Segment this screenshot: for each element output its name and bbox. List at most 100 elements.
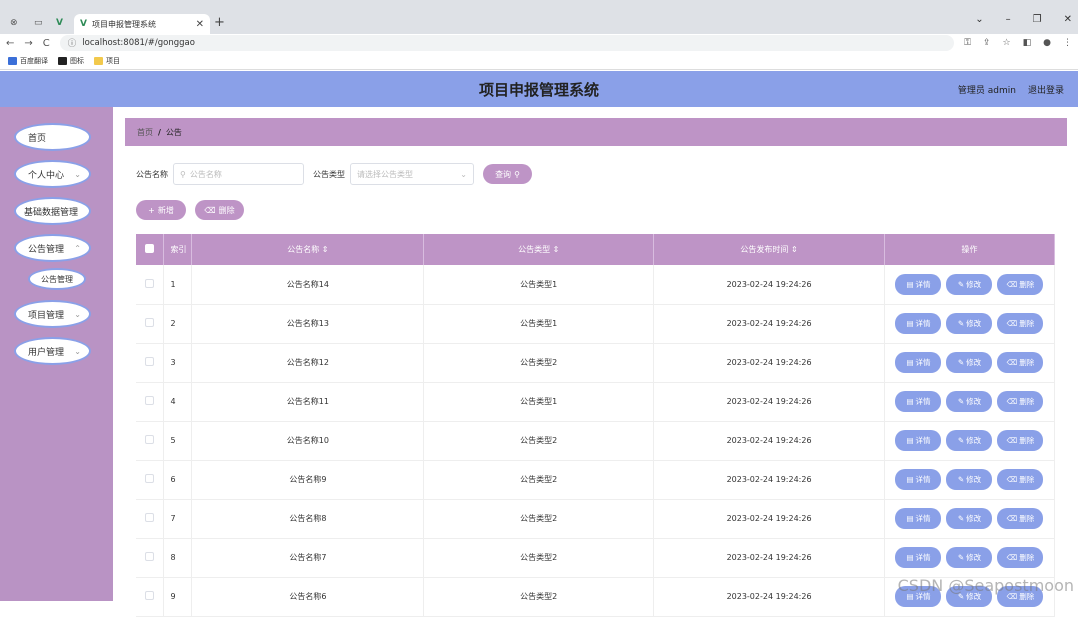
sidepanel-icon[interactable]: ◧ (1023, 38, 1032, 48)
profile-icon[interactable]: ● (1043, 38, 1051, 48)
delete-button[interactable]: ⌫删除 (997, 547, 1043, 568)
row-checkbox[interactable] (145, 396, 154, 405)
row-checkbox[interactable] (145, 552, 154, 561)
edit-button[interactable]: ✎修改 (946, 469, 992, 490)
back-icon[interactable]: ← (6, 38, 14, 49)
bookmark-icons[interactable]: 图标 (58, 56, 84, 66)
trash-icon: ⌫ (1007, 319, 1018, 328)
notice-type-select[interactable]: 请选择公告类型 ⌄ (350, 163, 474, 185)
vue-favicon-icon: V (80, 19, 87, 29)
add-button[interactable]: + 新增 (136, 200, 186, 220)
sidebar-subitem-notice[interactable]: 公告管理 (28, 268, 86, 290)
folder-icon (94, 57, 103, 65)
sidebar-item-basic-data[interactable]: 基础数据管理 (14, 197, 91, 225)
detail-button[interactable]: ▤详情 (895, 547, 941, 568)
row-checkbox[interactable] (145, 474, 154, 483)
delete-button[interactable]: ⌫删除 (997, 352, 1043, 373)
new-tab-icon[interactable]: + (214, 15, 225, 30)
forward-icon[interactable]: → (24, 38, 32, 49)
row-time: 2023-02-24 19:24:26 (654, 460, 885, 499)
edit-button[interactable]: ✎修改 (946, 313, 992, 334)
col-time[interactable]: 公告发布时间 ⇕ (654, 234, 885, 265)
detail-icon: ▤ (906, 475, 913, 484)
row-checkbox[interactable] (145, 513, 154, 522)
row-ops: ▤详情✎修改⌫删除 (884, 265, 1054, 304)
logout-link[interactable]: 退出登录 (1028, 83, 1064, 96)
detail-button[interactable]: ▤详情 (895, 352, 941, 373)
row-select-cell (136, 304, 164, 343)
delete-button[interactable]: ⌫删除 (997, 430, 1043, 451)
url-field[interactable]: ⓘ localhost:8081/#/gonggao (60, 35, 954, 51)
sidebar-item-project[interactable]: 项目管理 ⌄ (14, 300, 91, 328)
browser-tab-active[interactable]: V 项目申报管理系统 ✕ (74, 14, 210, 34)
row-select-cell (136, 421, 164, 460)
detail-icon: ▤ (906, 514, 913, 523)
select-all-checkbox[interactable] (145, 244, 154, 253)
row-name: 公告名称13 (192, 304, 424, 343)
sidebar-item-notice[interactable]: 公告管理 ⌃ (14, 234, 91, 262)
edit-button[interactable]: ✎修改 (946, 508, 992, 529)
row-checkbox[interactable] (145, 279, 154, 288)
close-tab-icon[interactable]: ✕ (196, 19, 204, 30)
notice-name-input[interactable]: ⚲ 公告名称 (173, 163, 304, 185)
close-window-icon[interactable]: ✕ (1064, 14, 1072, 25)
delete-button[interactable]: ⌫删除 (997, 274, 1043, 295)
trash-icon: ⌫ (1007, 436, 1018, 445)
restore-icon[interactable]: ❐ (1033, 14, 1042, 25)
sidebar-item-user[interactable]: 用户管理 ⌄ (14, 337, 91, 365)
col-name[interactable]: 公告名称 ⇕ (192, 234, 424, 265)
table-header-row: 索引 公告名称 ⇕ 公告类型 ⇕ 公告发布时间 ⇕ 操作 (136, 234, 1055, 265)
menu-dots-icon[interactable]: ⋮ (1063, 38, 1072, 48)
detail-button[interactable]: ▤详情 (895, 313, 941, 334)
detail-button[interactable]: ▤详情 (895, 391, 941, 412)
row-index: 6 (164, 460, 192, 499)
reload-icon[interactable]: C (43, 38, 50, 49)
bookmark-translate[interactable]: 百度翻译 (8, 56, 48, 66)
minimize-icon[interactable]: – (1006, 14, 1011, 25)
detail-button[interactable]: ▤详情 (895, 274, 941, 295)
vue-tab-icon[interactable]: V (56, 16, 63, 30)
browser-pinned-icon[interactable]: ⊗ (10, 16, 18, 30)
row-index: 3 (164, 343, 192, 382)
edit-button[interactable]: ✎修改 (946, 274, 992, 295)
row-time: 2023-02-24 19:24:26 (654, 382, 885, 421)
row-type: 公告类型2 (424, 421, 654, 460)
detail-button[interactable]: ▤详情 (895, 508, 941, 529)
row-type: 公告类型1 (424, 304, 654, 343)
row-type: 公告类型2 (424, 499, 654, 538)
delete-button[interactable]: ⌫删除 (997, 391, 1043, 412)
chevron-down-icon[interactable]: ⌄ (975, 14, 983, 25)
browser-tab-icon[interactable]: ▭ (34, 16, 43, 30)
row-checkbox[interactable] (145, 318, 154, 327)
breadcrumb-home[interactable]: 首页 (137, 127, 153, 138)
edit-icon: ✎ (958, 514, 964, 523)
star-icon[interactable]: ☆ (1003, 38, 1011, 48)
current-user: 管理员 admin (958, 83, 1016, 96)
key-icon[interactable]: ⚿ (964, 38, 971, 48)
delete-button[interactable]: ⌫删除 (997, 508, 1043, 529)
row-index: 9 (164, 577, 192, 616)
row-select-cell (136, 343, 164, 382)
batch-delete-button[interactable]: ⌫ 删除 (195, 200, 244, 220)
trash-icon: ⌫ (1007, 358, 1018, 367)
edit-button[interactable]: ✎修改 (946, 547, 992, 568)
sidebar-item-personal[interactable]: 个人中心 ⌄ (14, 160, 91, 188)
detail-button[interactable]: ▤详情 (895, 469, 941, 490)
row-checkbox[interactable] (145, 591, 154, 600)
row-checkbox[interactable] (145, 435, 154, 444)
detail-button[interactable]: ▤详情 (895, 430, 941, 451)
edit-button[interactable]: ✎修改 (946, 352, 992, 373)
edit-button[interactable]: ✎修改 (946, 391, 992, 412)
col-type[interactable]: 公告类型 ⇕ (424, 234, 654, 265)
edit-button[interactable]: ✎修改 (946, 430, 992, 451)
delete-button[interactable]: ⌫删除 (997, 469, 1043, 490)
row-select-cell (136, 499, 164, 538)
row-checkbox[interactable] (145, 357, 154, 366)
bookmark-project[interactable]: 项目 (94, 56, 120, 66)
delete-button[interactable]: ⌫删除 (997, 313, 1043, 334)
row-select-cell (136, 538, 164, 577)
share-icon[interactable]: ⇪ (983, 38, 991, 48)
plus-icon: + (148, 206, 155, 215)
query-button[interactable]: 查询 ⚲ (483, 164, 532, 184)
sidebar-item-home[interactable]: 首页 (14, 123, 91, 151)
